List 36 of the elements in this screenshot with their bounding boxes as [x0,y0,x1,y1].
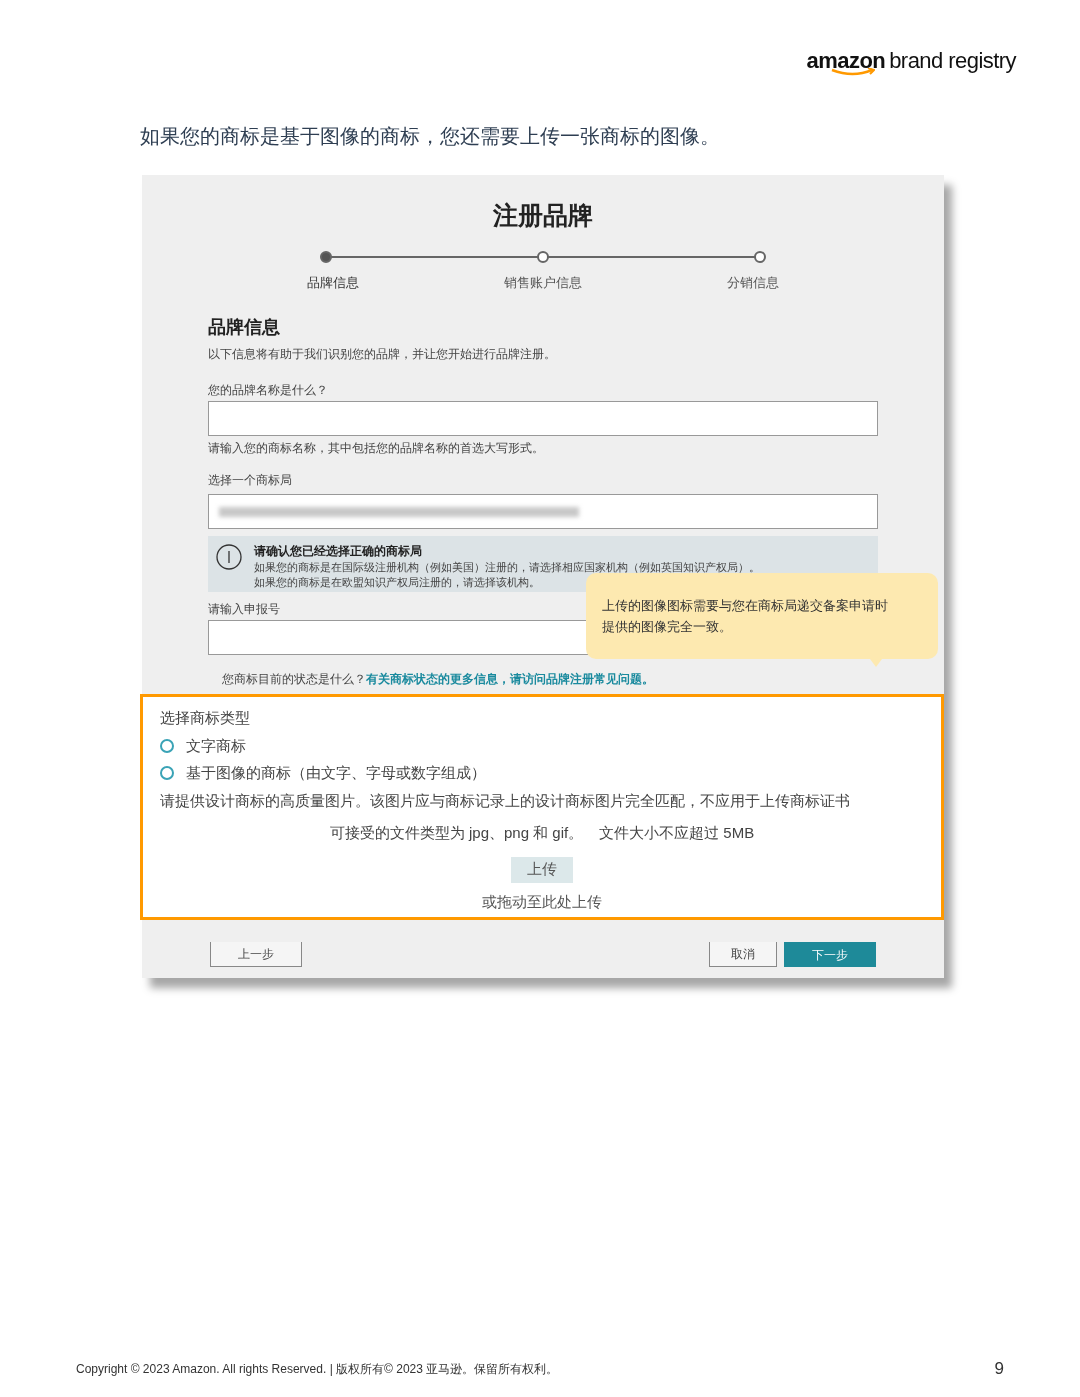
notice-text: 如果您的商标是在国际级注册机构（例如美国）注册的，请选择相应国家机构（例如英国知识产权局）。 [254,560,760,575]
file-types-text: 可接受的文件类型为 jpg、png 和 gif。 [329,823,584,843]
page-number: 9 [994,1358,1004,1380]
step-label: 品牌信息 [306,273,360,292]
radio-option[interactable]: 文字商标 [160,734,924,757]
step-label: 销售账户信息 [503,273,583,292]
drag-hint: 或拖动至此处上传 [481,891,603,912]
step-label: 分销信息 [726,273,780,292]
notice-title: 请确认您已经选择正确的商标局 [254,543,423,560]
copyright-text: Copyright © 2023 Amazon. All rights Reserved. | 版权所有© 2023 亚马逊。保留所有权利。 [76,1360,559,1378]
next-button[interactable]: 下一步 [784,942,876,967]
logo: amazon brand registry [806,44,1016,77]
field-hint: 请输入您的商标名称，其中包括您的品牌名称的首选大写形式。 [208,440,545,457]
field-label: 选择一个商标局 [208,472,293,489]
file-size-text: 文件大小不应超过 5MB [599,823,755,843]
info-icon [216,544,242,570]
status-text: 您商标目前的状态是什么？有关商标状态的更多信息，请访问品牌注册常见问题。 [222,671,655,688]
upload-button[interactable]: 上传 [511,856,573,883]
field-label: 您的品牌名称是什么？ [208,382,329,399]
field-label: 请输入申报号 [208,601,280,618]
field-label: 选择商标类型 [160,708,251,728]
cancel-button[interactable]: 取消 [709,942,777,967]
brand-name-input[interactable] [208,401,878,436]
page-title: 注册品牌 [493,200,593,231]
instructions-text: 请提供设计商标的高质量图片。该图片应与商标记录上的设计商标图片完全匹配，不应用于上传商标证书 [160,790,851,811]
radio-button[interactable] [160,766,174,781]
intro-text: 如果您的商标是基于图像的商标，您还需要上传一张商标的图像。 [140,124,721,149]
radio-option[interactable]: 基于图像的商标（由文字、字母或数字组成） [160,762,924,785]
section-title: 品牌信息 [208,316,281,339]
tooltip-text: 上传的图像图标需要与您在商标局递交备案申请时提供的图像完全一致。 [602,597,889,636]
back-button[interactable]: 上一步 [210,942,302,967]
trademark-office-select[interactable] [208,494,878,529]
notice-text: 如果您的商标是在欧盟知识产权局注册的，请选择该机构。 [254,575,541,590]
faq-link[interactable]: 有关商标状态的更多信息，请访问品牌注册常见问题。 [366,672,654,686]
section-description: 以下信息将有助于我们识别您的品牌，并让您开始进行品牌注册。 [208,346,557,363]
radio-button[interactable] [160,738,174,753]
